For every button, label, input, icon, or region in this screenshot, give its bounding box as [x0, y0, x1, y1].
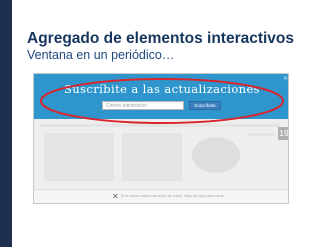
- email-field[interactable]: [102, 101, 184, 110]
- newspaper-screenshot: Suscríbite a las actualizaciones ✕ Suscr…: [33, 73, 289, 204]
- close-x-icon[interactable]: ✕: [112, 192, 119, 201]
- bottom-notice-bar: ✕ Si no desea recibir este aviso de nuev…: [34, 189, 288, 203]
- faded-page-content: [34, 119, 288, 189]
- popup-title: Suscríbite a las actualizaciones: [64, 82, 260, 96]
- close-icon[interactable]: ✕: [283, 75, 288, 82]
- slide-subtitle: Ventana en un periódico…: [27, 48, 175, 62]
- slide: Agregado de elementos interactivos Venta…: [0, 0, 320, 247]
- date-badge: 19: [278, 127, 289, 140]
- ghost-article-block: [122, 133, 182, 181]
- ghost-line: [248, 133, 274, 136]
- ghost-image: [192, 137, 240, 173]
- subscribe-button[interactable]: Suscríbete: [189, 101, 221, 110]
- ghost-article-block: [44, 133, 114, 181]
- slide-title: Agregado de elementos interactivos: [27, 30, 295, 47]
- ghost-nav: [40, 124, 280, 127]
- slide-accent-bar: [0, 0, 12, 247]
- subscribe-popup: Suscríbite a las actualizaciones ✕ Suscr…: [34, 74, 288, 119]
- bottom-notice-text: Si no desea recibir este aviso de nuevo,…: [121, 194, 225, 198]
